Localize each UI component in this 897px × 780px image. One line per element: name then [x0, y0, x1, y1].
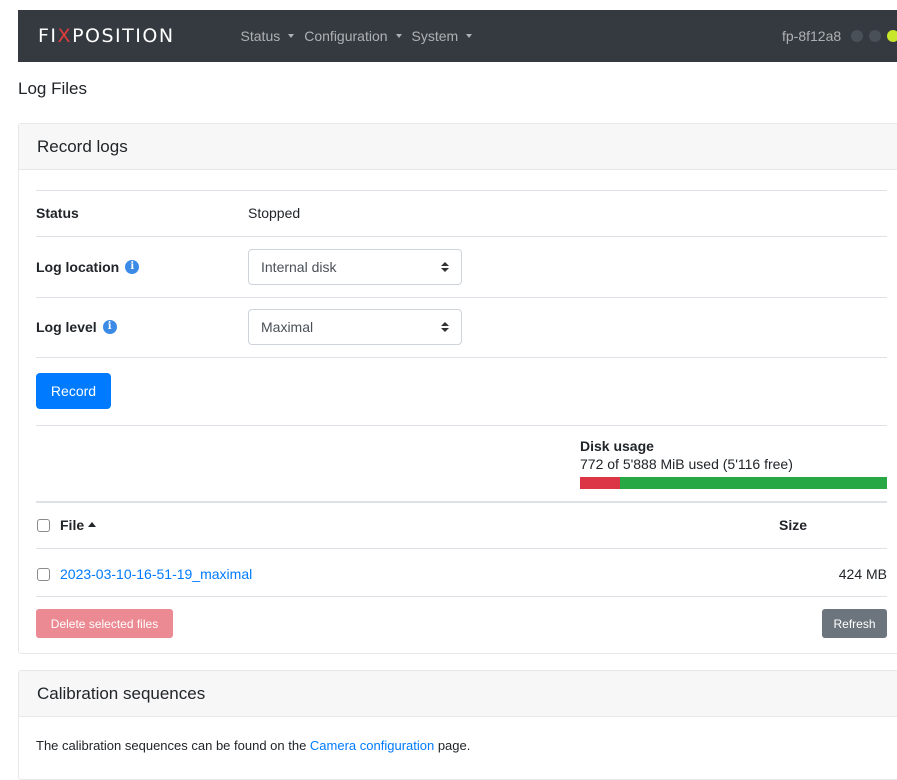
status-indicator-icon [869, 30, 881, 42]
table-header-divider [36, 501, 887, 503]
nav-menu: Status Configuration System [241, 28, 483, 44]
calibration-text: The calibration sequences can be found o… [36, 738, 471, 753]
sort-ascending-icon [88, 522, 97, 527]
log-level-select[interactable]: Maximal [248, 309, 462, 345]
camera-configuration-link[interactable]: Camera configuration [310, 738, 434, 753]
nav-system-dropdown[interactable]: System [412, 28, 473, 44]
divider [36, 236, 887, 237]
status-value: Stopped [248, 205, 301, 221]
file-row-checkbox[interactable] [37, 568, 50, 581]
divider [36, 190, 887, 191]
chevron-down-icon [466, 34, 473, 38]
divider [36, 297, 887, 298]
status-label: Status [36, 205, 79, 221]
status-indicator-icon [851, 30, 863, 42]
divider [36, 425, 887, 426]
nav-configuration-dropdown[interactable]: Configuration [304, 28, 402, 44]
nav-status-dropdown[interactable]: Status [241, 28, 295, 44]
record-logs-header: Record logs [19, 124, 897, 170]
brand-logo[interactable]: FIXPOSITION [38, 25, 175, 47]
file-link[interactable]: 2023-03-10-16-51-19_maximal [60, 566, 252, 582]
chevron-down-icon [395, 34, 402, 38]
file-column-header[interactable]: File [60, 517, 97, 533]
record-button[interactable]: Record [36, 373, 111, 409]
size-column-header[interactable]: Size [779, 517, 807, 533]
status-indicator-icon [887, 30, 897, 42]
delete-selected-files-button[interactable]: Delete selected files [36, 609, 173, 638]
hostname: fp-8f12a8 [782, 28, 842, 44]
log-level-label: Log level i [36, 319, 117, 335]
page-title: Log Files [18, 79, 87, 98]
divider [36, 596, 887, 597]
info-icon[interactable]: i [102, 320, 117, 334]
disk-used-fill [580, 477, 621, 489]
calibration-header: Calibration sequences [19, 671, 897, 717]
disk-usage-text: 772 of 5'888 MiB used (5'116 free) [580, 456, 793, 472]
select-arrows-icon [441, 261, 449, 275]
divider [36, 357, 887, 358]
info-icon[interactable]: i [125, 260, 140, 274]
log-location-select[interactable]: Internal disk [248, 249, 462, 285]
calibration-card: Calibration sequences [18, 670, 897, 780]
select-arrows-icon [441, 321, 449, 335]
select-all-checkbox[interactable] [37, 519, 50, 532]
divider [36, 548, 887, 549]
file-size: 424 MB [838, 566, 887, 582]
top-navbar: FIXPOSITION Status Configuration System … [18, 10, 897, 62]
refresh-button[interactable]: Refresh [822, 609, 887, 638]
chevron-down-icon [288, 34, 295, 38]
log-location-label: Log location i [36, 259, 140, 275]
disk-usage-bar [580, 477, 887, 489]
disk-usage-title: Disk usage [580, 438, 654, 454]
